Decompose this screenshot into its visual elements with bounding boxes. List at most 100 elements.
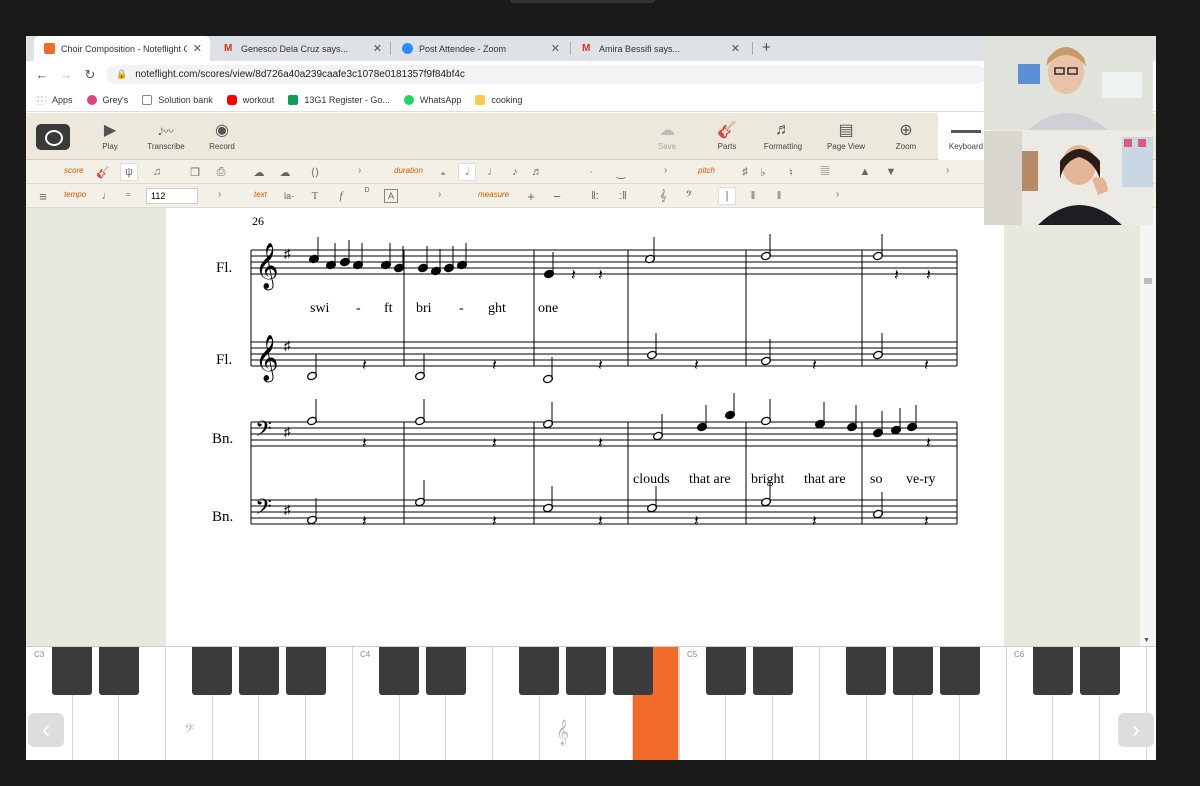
bookmark-workout[interactable]: workout [226, 94, 274, 105]
black-key[interactable] [846, 647, 886, 695]
lyric: ght [488, 301, 506, 316]
half-note-icon[interactable]: 𝅗𝅥 [458, 163, 476, 181]
bookmark-register[interactable]: 13G1 Register - Go... [288, 94, 390, 105]
add-measure-icon[interactable]: + [522, 187, 540, 205]
natural-icon[interactable]: ♮ [782, 163, 800, 181]
text-box-button[interactable]: A [384, 189, 398, 203]
save-button[interactable]: ☁ Save [637, 118, 697, 151]
treble-clef-icon[interactable]: 𝄞 [654, 187, 672, 205]
back-arrow-icon[interactable]: ← [30, 67, 54, 82]
lyric-button[interactable]: la- [280, 187, 298, 205]
video-participant-2[interactable] [984, 131, 1153, 225]
black-key[interactable] [192, 647, 232, 695]
chevron-right-icon[interactable]: › [438, 189, 441, 200]
tab-zoom[interactable]: Post Attendee - Zoom ✕ [392, 36, 568, 61]
repeat-end-icon[interactable]: :‖ [614, 187, 632, 205]
close-icon[interactable]: ✕ [731, 42, 740, 55]
bookmark-cooking[interactable]: cooking [475, 94, 522, 105]
black-key[interactable] [286, 647, 326, 695]
reload-icon[interactable]: ↻ [78, 67, 102, 83]
black-key[interactable] [893, 647, 933, 695]
guitar-icon[interactable]: 🎸 [94, 163, 112, 181]
code-icon[interactable]: ⟨⟩ [306, 163, 324, 181]
eighth-note-icon[interactable]: ♪ [506, 163, 524, 181]
zoom-button[interactable]: ⊕ Zoom [876, 118, 936, 151]
bookmark-apps[interactable]: Apps [36, 94, 73, 105]
chevron-right-icon[interactable]: › [218, 189, 221, 200]
chevron-right-icon[interactable]: › [836, 189, 839, 200]
play-button[interactable]: ▶ Play [80, 118, 140, 151]
bass-clef-icon[interactable]: 𝄢 [680, 187, 698, 205]
black-key[interactable] [940, 647, 980, 695]
black-key[interactable] [426, 647, 466, 695]
copy-icon[interactable]: ❐ [186, 163, 204, 181]
tab-noteflight[interactable]: Choir Composition - Noteflight C ✕ [34, 36, 210, 61]
tab-divider [752, 42, 753, 55]
dynamics-button[interactable]: f [332, 187, 350, 205]
tempo-input[interactable] [146, 188, 198, 204]
text-button[interactable]: T [306, 187, 324, 205]
repeat-start-icon[interactable]: ‖: [586, 187, 604, 205]
black-key[interactable] [379, 647, 419, 695]
video-participant-1[interactable] [984, 36, 1153, 130]
black-key[interactable] [239, 647, 279, 695]
black-key[interactable] [1080, 647, 1120, 695]
chevron-right-icon[interactable]: › [358, 165, 361, 176]
url-field[interactable]: 🔒 noteflight.com/scores/view/8d726a40a23… [106, 65, 986, 84]
whole-note-icon[interactable]: 𝅝 [434, 163, 452, 181]
new-tab-button[interactable]: + [762, 39, 771, 56]
score-page[interactable]: 𝄞 ♯ 𝄞 ♯ 𝄢 ♯ 𝄢 ♯ 𝄽 𝄽 𝄽 𝄽 𝄽 𝄽 𝄽 𝄽 𝄽 𝄽 𝄽 𝄽 𝄽 𝄽 𝄽 𝄽 𝄽 𝄽 𝄽 𝄽 26 Fl. Fl.… [166, 208, 1004, 646]
scrollbar-thumb[interactable] [1144, 278, 1152, 284]
print-icon[interactable]: ⎙ [212, 163, 230, 181]
scroll-down-icon[interactable]: ▼ [1143, 637, 1150, 644]
piano-scroll-left-button[interactable]: ‹ [28, 713, 64, 747]
black-key[interactable] [519, 647, 559, 695]
black-key[interactable] [613, 647, 653, 695]
close-icon[interactable]: ✕ [373, 42, 382, 55]
black-key[interactable] [566, 647, 606, 695]
close-icon[interactable]: ✕ [551, 42, 560, 55]
transcribe-button[interactable]: 𝅘𝅥𝅮〰 Transcribe [136, 118, 196, 152]
piano-scroll-right-button[interactable]: › [1118, 713, 1154, 747]
tie-icon[interactable]: ‿ [612, 163, 630, 181]
bookmark-solution-bank[interactable]: Solution bank [142, 94, 213, 105]
parts-button[interactable]: 🎸 Parts [697, 118, 757, 151]
pitch-down-icon[interactable]: ▼ [882, 163, 900, 181]
forward-arrow-icon[interactable]: → [54, 67, 78, 82]
quarter-note-icon[interactable]: ♩ [484, 163, 502, 181]
noteflight-logo[interactable] [36, 124, 70, 150]
barline-single-icon[interactable]: | [718, 187, 736, 205]
dot-icon[interactable]: · [582, 163, 600, 181]
sixteenth-note-icon[interactable]: ♬ [528, 163, 546, 181]
flat-icon[interactable]: ♭ [754, 163, 772, 181]
black-key[interactable] [753, 647, 793, 695]
cloud-upload-icon[interactable]: ☁ [250, 163, 268, 181]
cloud-download-icon[interactable]: ☁ [276, 163, 294, 181]
sharp-icon[interactable]: ♯ [736, 163, 754, 181]
chevron-right-icon[interactable]: › [946, 165, 949, 176]
chevron-right-icon[interactable]: › [664, 165, 667, 176]
bookmark-greys[interactable]: Grey's [86, 94, 128, 105]
chord-diagram-button[interactable]: D [358, 187, 376, 205]
black-key[interactable] [99, 647, 139, 695]
tab-gmail-amira[interactable]: M Amira Bessifi says... ✕ [572, 36, 748, 61]
tuning-fork-icon[interactable]: ψ [120, 163, 138, 181]
vertical-scrollbar[interactable]: ▼ [1140, 208, 1156, 646]
transpose-icon[interactable]: 𝄚 [816, 163, 834, 181]
barline-final-icon[interactable]: ‖ [770, 187, 788, 205]
black-key[interactable] [1033, 647, 1073, 695]
tab-gmail-genesco[interactable]: M Genesco Dela Cruz says... ✕ [214, 36, 390, 61]
hamburger-menu-icon[interactable]: ≡ [34, 187, 52, 205]
record-button[interactable]: ◉ Record [192, 118, 252, 151]
page-view-button[interactable]: ▤ Page View [816, 118, 876, 151]
quarter-rest: 𝄽 [924, 357, 929, 374]
barline-double-icon[interactable]: ‖ [744, 187, 762, 205]
bookmark-whatsapp[interactable]: WhatsApp [403, 94, 461, 105]
black-key[interactable] [52, 647, 92, 695]
close-icon[interactable]: ✕ [193, 42, 202, 55]
note-box-icon[interactable]: ♫ [148, 163, 166, 181]
remove-measure-icon[interactable]: − [548, 187, 566, 205]
formatting-button[interactable]: ♬ Formatting [753, 118, 813, 151]
pitch-up-icon[interactable]: ▲ [856, 163, 874, 181]
black-key[interactable] [706, 647, 746, 695]
